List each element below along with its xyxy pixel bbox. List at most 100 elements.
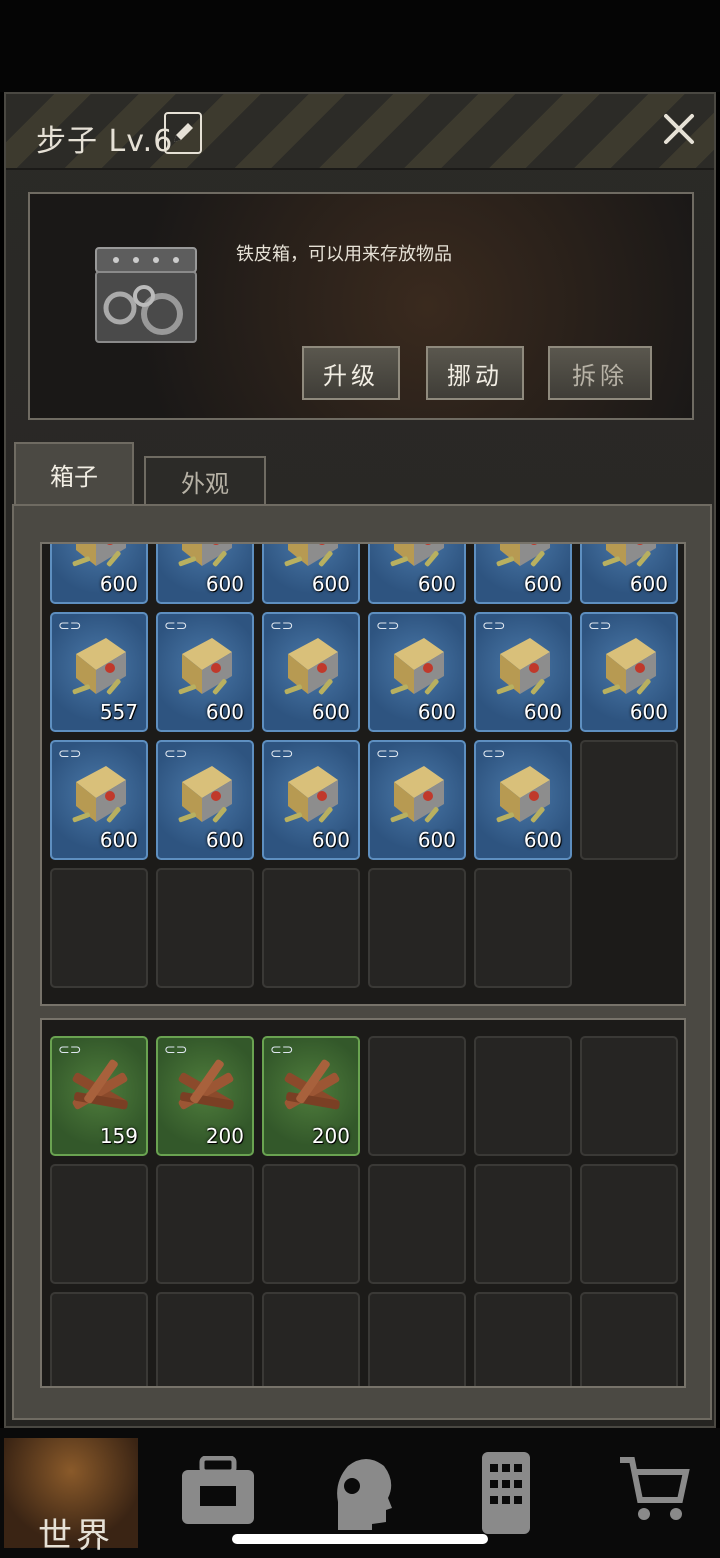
- ammo-box-icon: [72, 544, 126, 567]
- remove-button[interactable]: 拆除: [548, 346, 652, 400]
- item-slot-ammo[interactable]: 600: [50, 544, 148, 604]
- close-icon: [664, 114, 694, 144]
- wood-planks-icon: [284, 1059, 340, 1110]
- item-slot-ammo[interactable]: 600: [156, 544, 254, 604]
- nav-world[interactable]: 世界: [4, 1438, 138, 1556]
- phone-icon[interactable]: [478, 1450, 534, 1536]
- item-slot-ammo[interactable]: ⊂⊃ 600: [156, 612, 254, 732]
- empty-slot[interactable]: [474, 1164, 572, 1284]
- item-slot-ammo[interactable]: ⊂⊃ 600: [50, 740, 148, 860]
- ammo-box-icon: [496, 766, 550, 823]
- empty-slot[interactable]: [50, 1292, 148, 1386]
- close-button[interactable]: [658, 108, 700, 150]
- empty-slot[interactable]: [156, 868, 254, 988]
- ammo-box-icon: [602, 544, 656, 567]
- home-indicator[interactable]: [232, 1534, 488, 1544]
- item-count: 600: [523, 828, 562, 852]
- empty-slot[interactable]: [474, 1036, 572, 1156]
- character-icon[interactable]: [328, 1452, 398, 1532]
- shop-cart-icon[interactable]: [618, 1454, 690, 1526]
- empty-slot[interactable]: [50, 868, 148, 988]
- upgrade-button[interactable]: 升级: [302, 346, 400, 400]
- item-count: 600: [205, 572, 244, 596]
- empty-slot[interactable]: [580, 740, 678, 860]
- item-slot-ammo[interactable]: ⊂⊃ 557: [50, 612, 148, 732]
- ammo-box-icon: [284, 638, 338, 695]
- ammo-box-icon: [178, 766, 232, 823]
- empty-slot[interactable]: [580, 1164, 678, 1284]
- item-slot-ammo[interactable]: ⊂⊃ 600: [368, 612, 466, 732]
- item-count: 600: [205, 700, 244, 724]
- ammo-box-icon: [72, 638, 126, 695]
- item-slot-wood[interactable]: ⊂⊃ 200: [262, 1036, 360, 1156]
- item-count: 600: [205, 828, 244, 852]
- storage-area: 600 600 600 600 600 600 ⊂⊃ 557 ⊂⊃ 600 ⊂⊃ 600 ⊂⊃ 600 ⊂⊃…: [12, 504, 712, 1420]
- storage-section-materials[interactable]: ⊂⊃ 159 ⊂⊃ 200 ⊂⊃ 200: [40, 1018, 686, 1388]
- status-area: [0, 0, 720, 92]
- empty-slot[interactable]: [368, 868, 466, 988]
- inventory-grid-top: 600 600 600 600 600 600 ⊂⊃ 557 ⊂⊃ 600 ⊂⊃ 600 ⊂⊃ 600 ⊂⊃…: [50, 544, 678, 988]
- item-slot-ammo[interactable]: ⊂⊃ 600: [262, 612, 360, 732]
- empty-slot[interactable]: [368, 1292, 466, 1386]
- item-count: 600: [311, 828, 350, 852]
- item-count: 600: [523, 572, 562, 596]
- panel-header: 步子 Lv.6: [6, 94, 714, 170]
- edit-name-button[interactable]: [164, 112, 202, 154]
- box-description: 铁皮箱，可以用来存放物品: [236, 244, 452, 265]
- item-count: 600: [523, 700, 562, 724]
- item-count: 600: [311, 572, 350, 596]
- item-count: 600: [311, 700, 350, 724]
- empty-slot[interactable]: [50, 1164, 148, 1284]
- item-slot-ammo[interactable]: ⊂⊃ 600: [474, 740, 572, 860]
- item-slot-wood[interactable]: ⊂⊃ 159: [50, 1036, 148, 1156]
- item-slot-ammo[interactable]: ⊂⊃ 600: [262, 740, 360, 860]
- box-info-card: 铁皮箱，可以用来存放物品 升级 挪动 拆除: [28, 192, 694, 420]
- ammo-box-icon: [284, 544, 338, 567]
- empty-slot[interactable]: [474, 1292, 572, 1386]
- item-slot-ammo[interactable]: ⊂⊃ 600: [474, 612, 572, 732]
- backpack-icon[interactable]: [178, 1456, 258, 1528]
- empty-slot[interactable]: [262, 1292, 360, 1386]
- wood-planks-icon: [178, 1059, 234, 1110]
- item-slot-ammo[interactable]: 600: [262, 544, 360, 604]
- item-count: 600: [417, 828, 456, 852]
- empty-slot[interactable]: [156, 1164, 254, 1284]
- ammo-box-icon: [72, 766, 126, 823]
- item-slot-ammo[interactable]: 600: [580, 544, 678, 604]
- item-count: 600: [417, 572, 456, 596]
- item-count: 600: [99, 572, 138, 596]
- move-button[interactable]: 挪动: [426, 346, 524, 400]
- item-count: 159: [99, 1124, 138, 1148]
- empty-slot[interactable]: [368, 1036, 466, 1156]
- item-slot-ammo[interactable]: 600: [474, 544, 572, 604]
- item-slot-ammo[interactable]: 600: [368, 544, 466, 604]
- ammo-box-icon: [178, 544, 232, 567]
- ammo-box-icon: [496, 638, 550, 695]
- item-count: 557: [99, 700, 138, 724]
- empty-slot[interactable]: [474, 868, 572, 988]
- empty-slot[interactable]: [368, 1164, 466, 1284]
- empty-slot[interactable]: [580, 1292, 678, 1386]
- empty-slot[interactable]: [262, 1164, 360, 1284]
- item-slot-wood[interactable]: ⊂⊃ 200: [156, 1036, 254, 1156]
- item-slot-ammo[interactable]: ⊂⊃ 600: [368, 740, 466, 860]
- ammo-box-icon: [390, 766, 444, 823]
- ammo-box-icon: [390, 638, 444, 695]
- item-count: 200: [205, 1124, 244, 1148]
- item-slot-ammo[interactable]: ⊂⊃ 600: [156, 740, 254, 860]
- inventory-grid-bottom: ⊂⊃ 159 ⊂⊃ 200 ⊂⊃ 200: [50, 1036, 678, 1386]
- empty-slot[interactable]: [580, 1036, 678, 1156]
- ammo-box-icon: [390, 544, 444, 567]
- item-slot-ammo[interactable]: ⊂⊃ 600: [580, 612, 678, 732]
- panel-title: 步子 Lv.6: [36, 124, 174, 159]
- storage-section-ammo[interactable]: 600 600 600 600 600 600 ⊂⊃ 557 ⊂⊃ 600 ⊂⊃ 600 ⊂⊃ 600 ⊂⊃…: [40, 542, 686, 1006]
- item-count: 600: [629, 572, 668, 596]
- tab-box[interactable]: 箱子: [14, 442, 134, 504]
- nav-world-label: 世界: [38, 1516, 114, 1556]
- empty-slot[interactable]: [262, 868, 360, 988]
- pencil-icon: [174, 123, 193, 142]
- ammo-box-icon: [178, 638, 232, 695]
- tab-appearance[interactable]: 外观: [144, 456, 266, 504]
- item-count: 200: [311, 1124, 350, 1148]
- empty-slot[interactable]: [156, 1292, 254, 1386]
